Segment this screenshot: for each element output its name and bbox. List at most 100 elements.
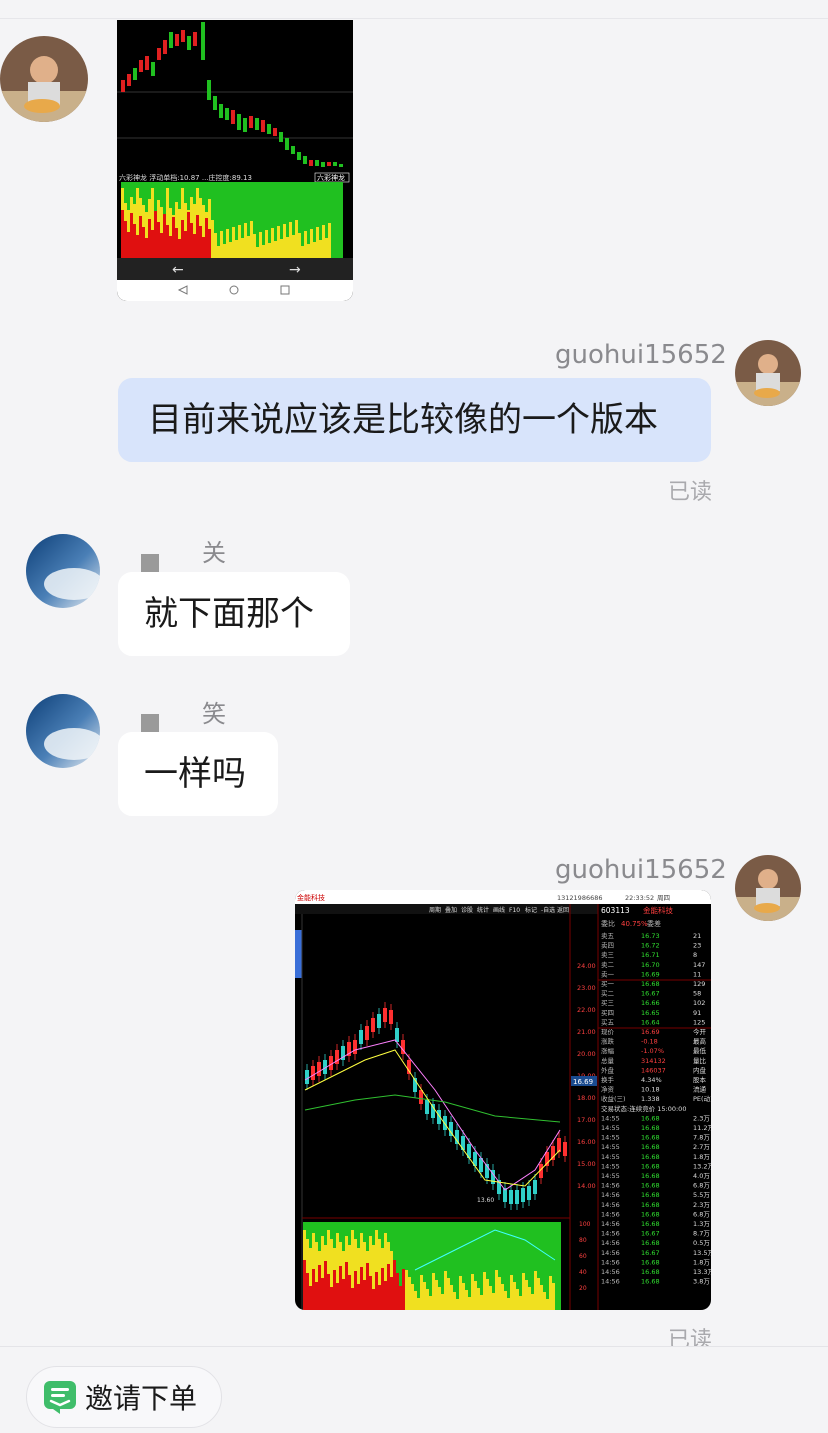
vol-bar [429,1296,432,1310]
book-price: 16.69 [641,970,660,978]
chart-tab: 诊股 [461,906,473,914]
book-label: 卖四 [601,942,614,950]
vol-bar [477,1288,480,1310]
vol-bar [528,1287,531,1310]
candle [327,162,331,166]
contact-avatar[interactable] [0,36,88,122]
vol-level: 60 [579,1253,587,1260]
vol-bar [306,1273,309,1310]
vol-bar [402,1269,405,1310]
book-vol: 13.2万 [693,1162,711,1170]
message-text: 就下面那个 [144,594,314,634]
bar-yellow [265,230,268,258]
book-label: 买四 [601,1009,614,1017]
bar-yellow [304,231,307,258]
vol-bar [522,1273,525,1310]
candle [187,36,191,50]
bar-yellow [271,228,274,258]
vol-bar [417,1298,420,1310]
price-level: 21.00 [577,1028,596,1036]
self-avatar[interactable] [735,340,801,406]
bar-red [142,227,145,258]
book-price: 314132 [641,1057,666,1065]
chart-image-1[interactable]: 六彩神龙 浮动单档:10.87 ...庄控度:89.13 六彩神龙 ← → [117,20,353,301]
book-price: 16.71 [641,951,660,959]
book-price: 16.68 [641,1182,660,1190]
book-vol: 147 [693,961,705,969]
message-bubble-other[interactable]: 一样吗 [118,732,278,816]
current-price-tag: 16.69 [573,1078,593,1086]
vol-bar [480,1295,483,1310]
vol-bar [525,1280,528,1310]
vol-bar [345,1262,348,1310]
message-bubble-self[interactable]: 目前来说应该是比较像的一个版本 [118,378,711,462]
candle [213,96,217,110]
candle [163,40,167,54]
book-label: 14:55 [601,1114,620,1122]
book-price: 16.68 [641,1210,660,1218]
svg-text:←: ← [172,262,184,278]
book-label: 买五 [601,1018,615,1026]
candle [243,118,247,132]
candle [273,128,277,136]
book-vol: 0.5万 [693,1239,710,1247]
vol-bar [393,1260,396,1310]
book-label: 卖三 [601,951,615,959]
price-level: 22.00 [577,1006,596,1014]
vol-bar [363,1280,366,1310]
vol-level: 40 [579,1269,587,1276]
book-label: 14:56 [601,1210,620,1218]
book-label: 14:55 [601,1134,620,1142]
candle [297,152,301,160]
bar-yellow [238,225,241,258]
book-label: 14:56 [601,1230,620,1238]
book-price: 1.338 [641,1095,660,1103]
vol-bar [423,1282,426,1310]
book-price: 16.66 [641,999,660,1007]
vol-bar [342,1279,345,1310]
vol-bar [462,1283,465,1310]
book-vol: 1.8万 [693,1258,710,1266]
book-vol: 流通 [693,1085,707,1094]
phone-header: 13121986686 [557,894,603,902]
top-divider [0,18,828,19]
book-label: 外盘 [601,1065,615,1074]
vol-bar [408,1277,411,1310]
bar-yellow [232,227,235,258]
bar-yellow [211,220,214,258]
book-label: 14:55 [601,1162,620,1170]
bar-yellow [268,243,271,258]
book-vol: 2.7万 [693,1143,710,1151]
order-icon [43,1380,77,1414]
message-bubble-other[interactable]: 就下面那个 [118,572,350,656]
bar-yellow [214,233,217,258]
vol-bar [309,1286,312,1310]
bar-yellow [325,238,328,258]
chart-image-2[interactable]: 金能科技 13121986686 22:33:52 周四 周期 叠加 诊股 统计 画线 F… [295,890,711,1310]
contact-avatar-sky[interactable] [26,534,100,608]
candle [249,116,253,128]
bar-red [172,217,175,258]
book-vol: 内盘 [693,1065,707,1074]
candle [315,160,319,166]
vol-bar [504,1291,507,1310]
svg-text:→: → [289,262,301,278]
bar-red [157,222,160,258]
bar-yellow [259,232,262,258]
contact-avatar-sky[interactable] [26,694,100,768]
vol-bar [357,1284,360,1310]
book-price: 16.67 [641,1249,660,1257]
bar-red [199,226,202,258]
book-vol: 6.8万 [693,1210,710,1218]
candle [193,32,197,46]
chart1-badge: 六彩神龙 [317,173,345,182]
book-price: 16.67 [641,990,660,998]
vol-bar [333,1270,336,1310]
vol-level: 20 [579,1285,587,1292]
invite-order-button[interactable]: 邀请下单 [26,1366,222,1428]
self-avatar[interactable] [735,855,801,921]
price-level: 23.00 [577,984,596,992]
candle [285,138,289,150]
book-vol: 102 [693,999,705,1007]
bar-yellow [220,231,223,258]
